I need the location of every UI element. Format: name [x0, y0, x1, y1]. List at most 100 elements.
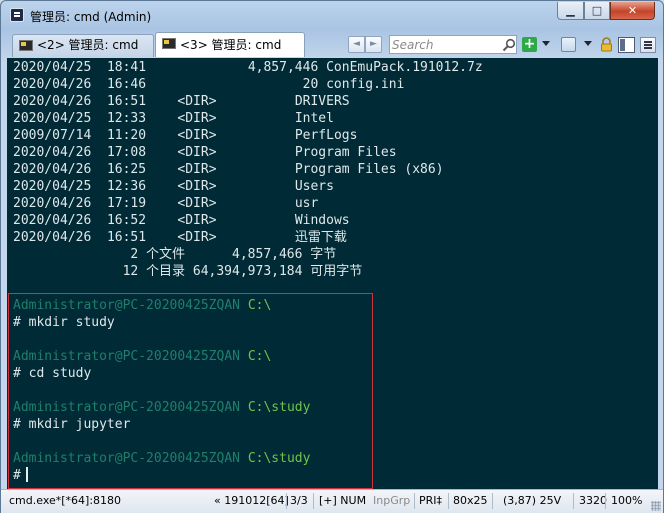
- app-window: 管理员: cmd (Admin) ▁ □ ✕ <2> 管理员: cmd <3> …: [0, 0, 664, 513]
- entry-type: <DIR>: [177, 213, 217, 228]
- status-divider: [492, 493, 493, 509]
- entry-type: <DIR>: [177, 128, 217, 143]
- chevron-down-icon[interactable]: [542, 41, 550, 46]
- chevron-down-icon[interactable]: [584, 41, 592, 46]
- new-console-icon[interactable]: +: [522, 37, 537, 52]
- status-tab-index[interactable]: 3/3: [290, 494, 308, 507]
- entry-name: Intel: [294, 111, 334, 126]
- status-bar: cmd.exe*[*64]:8180 « 191012[64] 3/3 [+] …: [1, 489, 663, 513]
- command-line: # cd study: [13, 365, 91, 382]
- entry-size: 4,857,446: [247, 60, 319, 75]
- minimize-button[interactable]: ▁: [557, 2, 584, 20]
- status-version[interactable]: « 191012[64]: [214, 494, 289, 507]
- summary-line: 12 个目录 64,394,973,184 可用字节: [13, 263, 363, 280]
- entry-date: 2020/04/26: [13, 213, 92, 228]
- prompt-line: Administrator@PC-20200425ZQAN C:\: [13, 348, 271, 365]
- status-priority[interactable]: PRI‡: [419, 494, 442, 507]
- search-input[interactable]: [392, 37, 496, 52]
- entry-date: 2020/04/26: [13, 145, 92, 160]
- tab-console-3-active[interactable]: <3> 管理员: cmd: [155, 32, 305, 57]
- entry-date: 2020/04/25: [13, 111, 92, 126]
- title-bar[interactable]: 管理员: cmd (Admin) ▁ □ ✕: [1, 1, 663, 30]
- status-zoom[interactable]: 100%: [611, 494, 642, 507]
- maximize-button[interactable]: □: [584, 2, 610, 20]
- scrollbar[interactable]: [647, 58, 658, 489]
- entry-name: DRIVERS: [294, 94, 350, 109]
- menu-icon[interactable]: [640, 37, 656, 53]
- entry-name: ConEmuPack.191012.7z: [326, 60, 483, 75]
- entry-time: 16:52: [106, 213, 147, 228]
- status-pid[interactable]: 3320: [579, 494, 607, 507]
- entry-date: 2009/07/14: [13, 128, 92, 143]
- dir-entry: 2009/07/14 11:20 <DIR> PerfLogs: [13, 127, 357, 144]
- entry-type: <DIR>: [177, 111, 217, 126]
- entry-time: 16:51: [106, 94, 147, 109]
- entry-time: 18:41: [106, 60, 147, 75]
- scroll-tabs-left-button[interactable]: ◄: [348, 36, 365, 53]
- lock-icon[interactable]: [599, 37, 614, 52]
- dir-entry: 2020/04/26 16:52 <DIR> Windows: [13, 212, 350, 229]
- dir-entry: 2020/04/26 16:51 <DIR> DRIVERS: [13, 93, 350, 110]
- status-keys[interactable]: [+] NUM: [319, 494, 366, 507]
- command-line: # mkdir jupyter: [13, 416, 130, 433]
- status-divider: [286, 493, 287, 509]
- window-switch-icon[interactable]: [561, 37, 576, 52]
- console-app-icon[interactable]: [10, 8, 24, 22]
- scroll-tabs-right-button[interactable]: ►: [365, 36, 382, 53]
- status-cursor[interactable]: (3,87) 25V: [503, 494, 561, 507]
- summary-line: 2 个文件 4,857,466 字节: [13, 246, 336, 263]
- entry-date: 2020/04/25: [13, 60, 92, 75]
- command-text: #: [13, 468, 21, 483]
- status-inpgrp[interactable]: InpGrp: [373, 494, 410, 507]
- entry-date: 2020/04/26: [13, 77, 92, 92]
- entry-date: 2020/04/26: [13, 196, 92, 211]
- status-console-size[interactable]: 80x25: [453, 494, 488, 507]
- status-divider: [448, 493, 449, 509]
- entry-name: 迅雷下载: [294, 230, 347, 245]
- split-panel-icon[interactable]: [618, 37, 635, 53]
- status-divider: [605, 493, 606, 509]
- entry-name: Program Files (x86): [294, 162, 444, 177]
- close-button[interactable]: ✕: [610, 2, 655, 20]
- entry-date: 2020/04/25: [13, 179, 92, 194]
- entry-time: 11:20: [106, 128, 147, 143]
- tab-label: <2> 管理员: cmd: [37, 38, 139, 52]
- tab-console-2[interactable]: <2> 管理员: cmd: [12, 34, 154, 57]
- console-output[interactable]: 2020/04/25 18:41 4,857,446 ConEmuPack.19…: [7, 58, 658, 489]
- command-line: #: [13, 467, 28, 484]
- status-process[interactable]: cmd.exe*[*64]:8180: [9, 494, 121, 507]
- dir-entry: 2020/04/26 16:51 <DIR> 迅雷下载: [13, 229, 347, 246]
- entry-time: 17:08: [106, 145, 147, 160]
- entry-name: config.ini: [326, 77, 405, 92]
- summary-text: 12 个目录 64,394,973,184 可用字节: [13, 264, 363, 279]
- entry-name: Windows: [294, 213, 350, 228]
- window-title: 管理员: cmd (Admin): [30, 10, 152, 24]
- prompt-path: C:\study: [247, 451, 311, 466]
- prompt-line: Administrator@PC-20200425ZQAN C:\: [13, 297, 271, 314]
- entry-name: usr: [294, 196, 319, 211]
- tab-bar: <2> 管理员: cmd <3> 管理员: cmd ◄ ► +: [6, 32, 659, 57]
- entry-time: 16:25: [106, 162, 147, 177]
- resize-grip[interactable]: [651, 501, 661, 511]
- search-icon[interactable]: [502, 38, 516, 52]
- entry-time: 12:36: [106, 179, 147, 194]
- entry-time: 16:46: [106, 77, 147, 92]
